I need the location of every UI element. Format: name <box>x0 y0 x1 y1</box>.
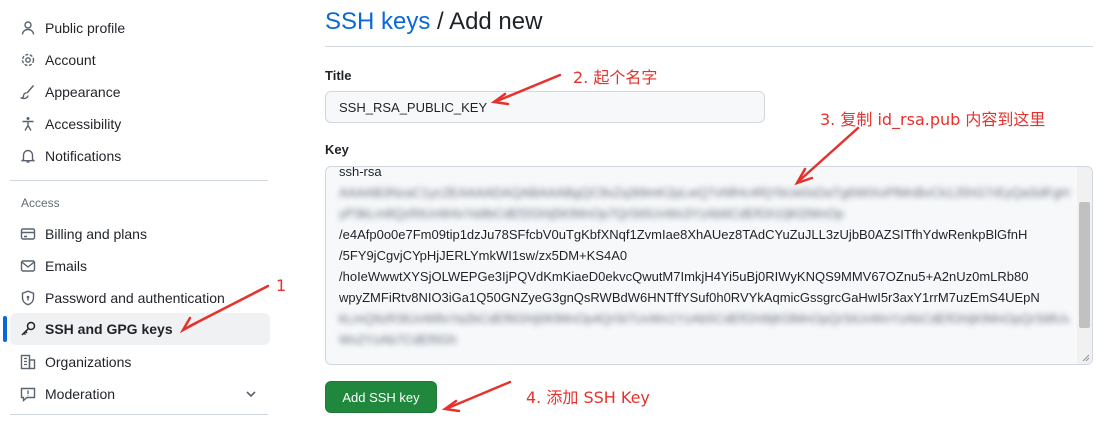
report-icon <box>20 386 36 402</box>
sidebar-item-label: Billing and plans <box>45 226 147 242</box>
key-line-redacted: Wx2YzAb7CdEf0Gh <box>339 332 457 347</box>
annotation-arrow-4-head <box>441 399 461 413</box>
active-indicator <box>3 316 7 342</box>
key-textarea[interactable]: ssh-rsa AAAAB3NzaC1yc2EAAAADAQABAAABgQC8… <box>325 166 1093 365</box>
sidebar-item-emails[interactable]: Emails <box>10 250 270 282</box>
sidebar-item-password-auth[interactable]: Password and authentication <box>10 282 270 314</box>
annotation-4: 4. 添加 SSH Key <box>526 388 650 407</box>
sidebar-item-label: SSH and GPG keys <box>45 321 173 337</box>
key-label: Key <box>325 142 349 157</box>
scrollbar-thumb[interactable] <box>1079 202 1090 328</box>
sidebar-item-label: Password and authentication <box>45 290 225 306</box>
sidebar-section-access: Access <box>21 196 60 210</box>
key-icon <box>20 321 36 337</box>
resize-handle-icon[interactable] <box>1080 352 1090 362</box>
header-divider <box>325 46 1093 47</box>
sidebar-item-label: Emails <box>45 258 88 274</box>
sidebar-item-label: Moderation <box>45 386 116 402</box>
settings-sidebar: Public profile Account Appearance Access… <box>0 0 280 428</box>
sidebar-item-organizations[interactable]: Organizations <box>10 346 270 378</box>
sidebar-item-billing[interactable]: Billing and plans <box>10 218 270 250</box>
key-line: /hoIeWwwtXYSjOLWEPGe3IjPQVdKmKiaeD0ekvcQ… <box>339 269 1029 284</box>
add-ssh-key-button[interactable]: Add SSH key <box>325 381 437 413</box>
annotation-3: 3. 复制 id_rsa.pub 内容到这里 <box>820 110 1046 129</box>
key-line-redacted: AAAAB3NzaC1yc2EAAAADAQABAAABgQC8xZq3t9mK… <box>339 185 1069 200</box>
key-line: wpyZMFiRtv8NIO3iGa1Q50GNZyeG3gnQsRWBdW6H… <box>339 290 1040 305</box>
sidebar-divider <box>10 414 268 415</box>
sidebar-item-moderation[interactable]: Moderation <box>10 378 270 410</box>
shield-lock-icon <box>20 290 36 306</box>
person-icon <box>20 20 36 36</box>
chevron-down-icon[interactable] <box>244 387 258 401</box>
paintbrush-icon <box>20 84 36 100</box>
sidebar-item-label: Public profile <box>45 20 126 36</box>
key-line-redacted: kLmQ9zR3tUvW8xYa2bCdEf6GhIj0KlMnOp4QrSt7… <box>339 311 1069 326</box>
page-heading: Add new <box>449 8 543 35</box>
key-line: /5FY9jCgvjCYpHjJERLYmkWI1sw/zx5DM+KS4A0 <box>339 248 628 263</box>
title-label: Title <box>325 68 352 83</box>
bell-icon <box>20 148 36 164</box>
sidebar-item-account[interactable]: Account <box>10 44 270 76</box>
breadcrumb-separator: / <box>430 8 450 35</box>
key-line: ssh-rsa <box>339 166 382 179</box>
page-title: SSH keys / Add new <box>325 8 542 36</box>
gear-icon <box>20 52 36 68</box>
key-content: ssh-rsa AAAAB3NzaC1yc2EAAAADAQABAAABgQC8… <box>339 166 1069 350</box>
sidebar-item-appearance[interactable]: Appearance <box>10 76 270 108</box>
credit-card-icon <box>20 226 36 242</box>
sidebar-item-label: Account <box>45 52 96 68</box>
sidebar-item-label: Organizations <box>45 354 132 370</box>
sidebar-item-label: Accessibility <box>45 116 122 132</box>
breadcrumb-ssh-keys[interactable]: SSH keys <box>325 8 430 35</box>
sidebar-item-public-profile[interactable]: Public profile <box>10 12 270 44</box>
mail-icon <box>20 258 36 274</box>
sidebar-item-notifications[interactable]: Notifications <box>10 140 270 172</box>
sidebar-item-label: Notifications <box>45 148 122 164</box>
annotation-arrow-4 <box>446 380 512 410</box>
scrollbar[interactable] <box>1077 167 1092 364</box>
sidebar-item-accessibility[interactable]: Accessibility <box>10 108 270 140</box>
annotation-2: 2. 起个名字 <box>573 68 658 87</box>
key-line: /e4Afp0o0e7Fm09tip1dzJu78SFfcbV0uTgKbfXN… <box>339 227 1028 242</box>
sidebar-divider <box>10 180 268 181</box>
sidebar-item-ssh-gpg-keys[interactable]: SSH and GPG keys <box>10 313 270 345</box>
organization-icon <box>20 354 36 370</box>
title-input[interactable]: SSH_RSA_PUBLIC_KEY <box>325 91 765 123</box>
key-line-redacted: yP3kLm8QzRtUvW4xYa9bCdEf2GhIj5KlMnOp7QrS… <box>339 206 844 221</box>
annotation-1: 1 <box>276 276 287 295</box>
sidebar-item-label: Appearance <box>45 84 121 100</box>
accessibility-icon <box>20 116 36 132</box>
